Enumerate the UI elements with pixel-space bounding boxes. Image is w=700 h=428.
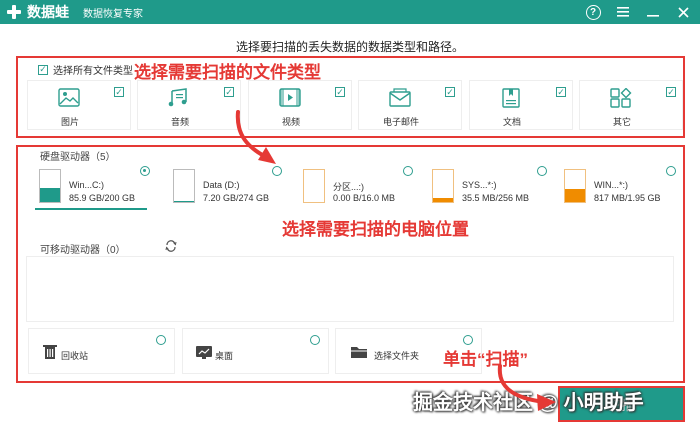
type-label-images: 图片 <box>60 117 79 127</box>
type-label-other: 其它 <box>612 117 631 127</box>
drive-radio[interactable] <box>403 166 413 176</box>
type-card-email[interactable]: ✓ 电子邮件 <box>358 80 462 130</box>
minimize-icon[interactable] <box>644 3 662 21</box>
type-checkbox-document[interactable]: ✓ <box>556 87 566 97</box>
drive-selected-underline <box>35 208 147 210</box>
drive-d[interactable]: Data (D:) 7.20 GB/274 GB <box>161 165 282 210</box>
drive-radio[interactable] <box>666 166 676 176</box>
drive-size: 0.00 B/16.0 MB <box>333 193 396 203</box>
type-label-video: 视频 <box>281 117 300 127</box>
removable-drives-area <box>26 256 674 322</box>
title-bar: 数据蛙 数据恢复专家 ? <box>0 0 700 24</box>
drive-partition[interactable]: 分区...:) 0.00 B/16.0 MB <box>291 165 413 210</box>
location-desktop[interactable]: 桌面 <box>182 328 329 374</box>
document-icon <box>502 88 520 108</box>
app-logo: 数据蛙 <box>6 2 69 22</box>
drive-icon <box>564 169 586 203</box>
location-radio[interactable] <box>463 335 473 345</box>
type-card-images[interactable]: ✓ 图片 <box>27 80 131 130</box>
type-label-audio: 音频 <box>170 117 189 127</box>
music-icon <box>168 88 187 107</box>
drive-icon <box>303 169 325 203</box>
location-label: 回收站 <box>61 351 89 361</box>
drive-icon <box>432 169 454 203</box>
drive-size: 7.20 GB/274 GB <box>203 193 270 203</box>
type-label-document: 文档 <box>502 117 521 127</box>
type-card-other[interactable]: ✓ 其它 <box>579 80 683 130</box>
app-subtitle: 数据恢复专家 <box>83 8 143 20</box>
refresh-icon[interactable] <box>165 240 177 252</box>
video-icon <box>279 88 301 107</box>
location-radio[interactable] <box>310 335 320 345</box>
desktop-icon <box>196 346 212 359</box>
drive-radio[interactable] <box>537 166 547 176</box>
drive-size: 85.9 GB/200 GB <box>69 193 136 203</box>
drive-name: WIN...*:) <box>594 180 628 190</box>
instruction-text: 选择要扫描的丢失数据的数据类型和路径。 <box>235 40 464 54</box>
watermark: 掘金技术社区 @ 小明助手 <box>413 392 644 414</box>
drive-c[interactable]: Win...C:) 85.9 GB/200 GB <box>27 165 150 210</box>
annotation-location: 选择需要扫描的电脑位置 <box>282 220 469 239</box>
folder-icon <box>351 347 367 358</box>
type-label-email: 电子邮件 <box>382 117 419 127</box>
type-checkbox-audio[interactable]: ✓ <box>224 87 234 97</box>
type-checkbox-other[interactable]: ✓ <box>666 87 676 97</box>
select-all-types[interactable]: ✓ 选择所有文件类型 <box>38 62 133 77</box>
drive-size: 817 MB/1.95 GB <box>594 193 661 203</box>
location-recycle-bin[interactable]: 回收站 <box>28 328 175 374</box>
removable-title: 可移动驱动器（0） <box>40 245 126 256</box>
drive-sys[interactable]: SYS...*:) 35.5 MB/256 MB <box>420 165 547 210</box>
menu-icon[interactable] <box>614 3 632 21</box>
hard-drives-title: 硬盘驱动器（5） <box>40 152 116 163</box>
help-icon[interactable]: ? <box>584 3 602 21</box>
type-card-audio[interactable]: ✓ 音频 <box>137 80 241 130</box>
location-label: 选择文件夹 <box>374 351 420 361</box>
close-icon[interactable] <box>674 3 692 21</box>
drive-radio[interactable] <box>140 166 150 176</box>
trash-icon <box>43 345 57 359</box>
other-icon <box>610 88 632 108</box>
type-checkbox-video[interactable]: ✓ <box>335 87 345 97</box>
drive-name: Data (D:) <box>203 180 240 190</box>
select-all-checkbox[interactable]: ✓ <box>38 64 48 75</box>
image-icon <box>58 88 80 107</box>
drive-name: Win...C:) <box>69 180 104 190</box>
drive-radio[interactable] <box>272 166 282 176</box>
drive-size: 35.5 MB/256 MB <box>462 193 530 203</box>
select-all-label: 选择所有文件类型 <box>53 66 133 77</box>
type-checkbox-images[interactable]: ✓ <box>114 87 124 97</box>
location-radio[interactable] <box>156 335 166 345</box>
location-label: 桌面 <box>215 351 234 361</box>
drive-win[interactable]: WIN...*:) 817 MB/1.95 GB <box>552 165 676 210</box>
drive-icon <box>173 169 195 203</box>
type-card-video[interactable]: ✓ 视频 <box>248 80 352 130</box>
type-card-document[interactable]: ✓ 文档 <box>469 80 573 130</box>
type-checkbox-email[interactable]: ✓ <box>445 87 455 97</box>
app-name: 数据蛙 <box>27 4 69 20</box>
email-icon <box>389 88 411 107</box>
drive-icon <box>39 169 61 203</box>
drive-name: 分区...:) <box>333 182 364 192</box>
drive-name: SYS...*:) <box>462 180 497 190</box>
annotation-click-scan: 单击“扫描” <box>443 350 528 369</box>
logo-cross-icon <box>6 4 22 20</box>
